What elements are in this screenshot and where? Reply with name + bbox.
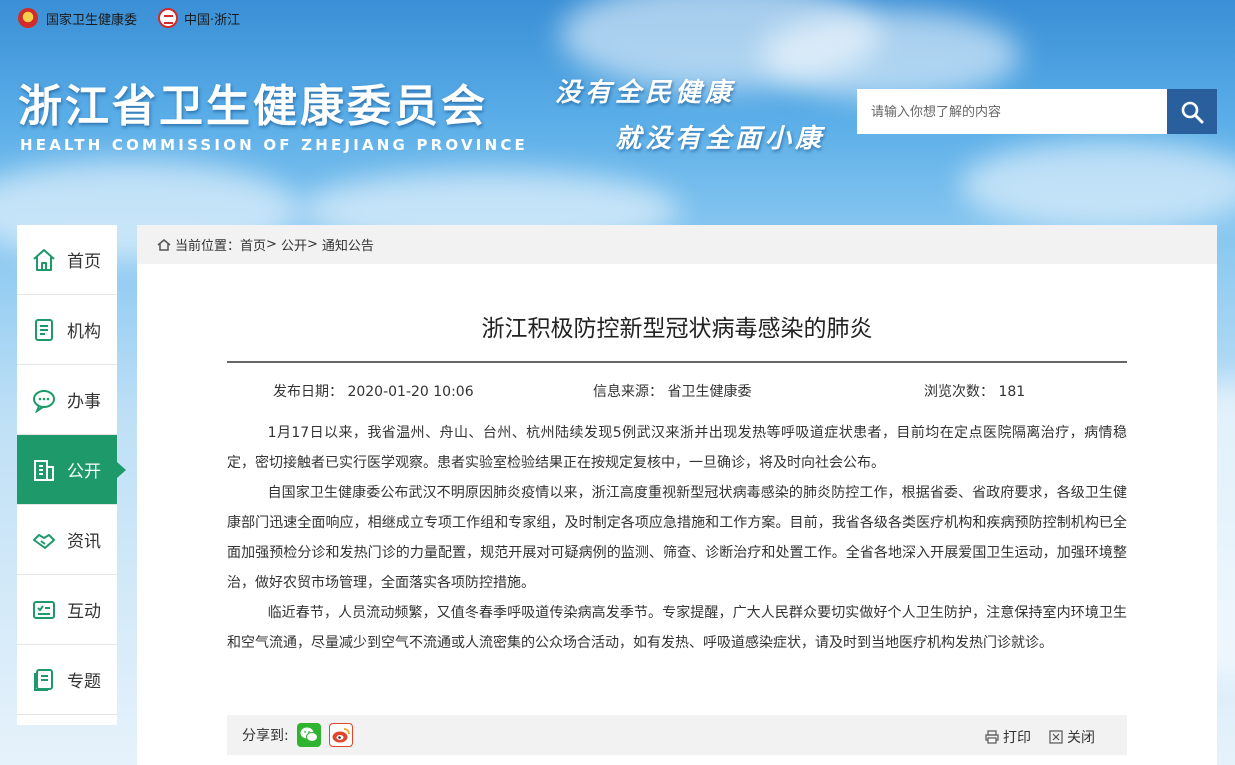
article-paragraph: 临近春节，人员流动频繁，又值冬春季呼吸道传染病高发季节。专家提醒，广大人民群众要… [227, 605, 1127, 651]
breadcrumb-prefix: 当前位置： [175, 239, 241, 254]
sidebar-item-interaction[interactable]: 互动 [17, 575, 117, 645]
source-label: 信息来源： [593, 384, 663, 400]
slogan-line-2: 就没有全面小康 [615, 124, 826, 154]
weibo-share-icon[interactable] [328, 723, 353, 747]
article-paragraph: 1月17日以来，我省温州、舟山、台州、杭州陆续发现5例武汉来浙并出现发热等呼吸道… [227, 425, 1127, 471]
breadcrumb-public-link[interactable]: 公开 [281, 235, 307, 254]
book-icon [31, 667, 57, 693]
sidebar-item-home[interactable]: 首页 [17, 225, 117, 295]
home-icon [31, 247, 57, 273]
print-label: 打印 [1003, 730, 1031, 746]
publish-value: 2020-01-20 10:06 [347, 384, 474, 400]
search-box [857, 89, 1217, 134]
sidebar-item-label: 首页 [67, 252, 101, 272]
sidebar-item-label: 互动 [67, 602, 101, 622]
share-label: 分享到: [242, 728, 289, 744]
breadcrumb-home-link[interactable]: 首页 [240, 235, 266, 254]
search-button[interactable] [1167, 89, 1217, 134]
breadcrumb: 当前位置： 首页 > 公开 > 通知公告 [137, 225, 1217, 264]
handshake-icon [31, 527, 57, 553]
sidebar-item-label: 办事 [67, 392, 101, 412]
source-value: 省卫生健康委 [667, 384, 752, 400]
chat-icon [31, 387, 57, 413]
building-icon [31, 457, 57, 483]
sidebar-item-label: 公开 [67, 462, 101, 482]
article-paragraph: 自国家卫生健康委公布武汉不明原因肺炎疫情以来，浙江高度重视新型冠状病毒感染的肺炎… [227, 485, 1127, 591]
sidebar-item-public[interactable]: 公开 [17, 435, 126, 505]
close-button[interactable]: 关闭 [1049, 727, 1095, 747]
breadcrumb-sep: > [266, 237, 277, 252]
sidebar-nav: 首页 机构 办事 公开 资讯 互动 专题 [17, 225, 126, 725]
wechat-share-icon[interactable] [296, 723, 321, 747]
search-icon [1181, 101, 1204, 123]
info-source: 信息来源： 省卫生健康委 [593, 381, 751, 401]
home-icon [157, 238, 171, 251]
breadcrumb-sep: > [306, 237, 318, 252]
sidebar-item-label: 专题 [67, 672, 101, 692]
publish-label: 发布日期： [273, 384, 343, 400]
site-subtitle: HEALTH COMMISSION OF ZHEJIANG PROVINCE [20, 136, 528, 154]
share-bar: 分享到: 打印 关闭 [227, 715, 1127, 755]
sidebar-item-news[interactable]: 资讯 [17, 505, 117, 575]
printer-icon [985, 730, 999, 744]
sidebar-item-institution[interactable]: 机构 [17, 295, 117, 365]
views-label: 浏览次数： [924, 384, 994, 400]
article-body: 1月17日以来，我省温州、舟山、台州、杭州陆续发现5例武汉来浙并出现发热等呼吸道… [227, 418, 1127, 658]
site-title[interactable]: 浙江省卫生健康委员会 [18, 70, 488, 134]
close-label: 关闭 [1067, 730, 1095, 746]
sidebar-item-label: 机构 [67, 322, 101, 342]
sidebar-item-label: 资讯 [67, 532, 101, 552]
board-icon [31, 597, 57, 623]
view-count: 浏览次数： 181 [924, 381, 1025, 401]
china-logo-icon [158, 8, 178, 28]
article-title: 浙江积极防控新型冠状病毒感染的肺炎 [481, 316, 873, 342]
nhc-label: 国家卫生健康委 [46, 12, 138, 28]
views-value: 181 [998, 384, 1026, 400]
nhc-link[interactable]: 国家卫生健康委 [18, 8, 137, 28]
slogan-line-1: 没有全民健康 [555, 78, 736, 108]
china-zhejiang-link[interactable]: 中国·浙江 [158, 8, 240, 28]
national-emblem-icon [18, 8, 38, 28]
top-bar: 国家卫生健康委 中国·浙江 [0, 0, 1235, 36]
search-input[interactable] [857, 89, 1167, 134]
close-icon [1049, 730, 1063, 744]
publish-date: 发布日期： 2020-01-20 10:06 [273, 381, 474, 401]
china-zj-label: 中国·浙江 [184, 12, 241, 28]
main-content: 当前位置： 首页 > 公开 > 通知公告 浙江积极防控新型冠状病毒感染的肺炎 发… [137, 225, 1217, 765]
print-button[interactable]: 打印 [985, 727, 1031, 747]
document-icon [31, 317, 57, 343]
sidebar-item-services[interactable]: 办事 [17, 365, 117, 435]
title-divider [227, 361, 1127, 363]
sidebar-item-topics[interactable]: 专题 [17, 645, 117, 715]
breadcrumb-notice-link[interactable]: 通知公告 [322, 235, 374, 254]
